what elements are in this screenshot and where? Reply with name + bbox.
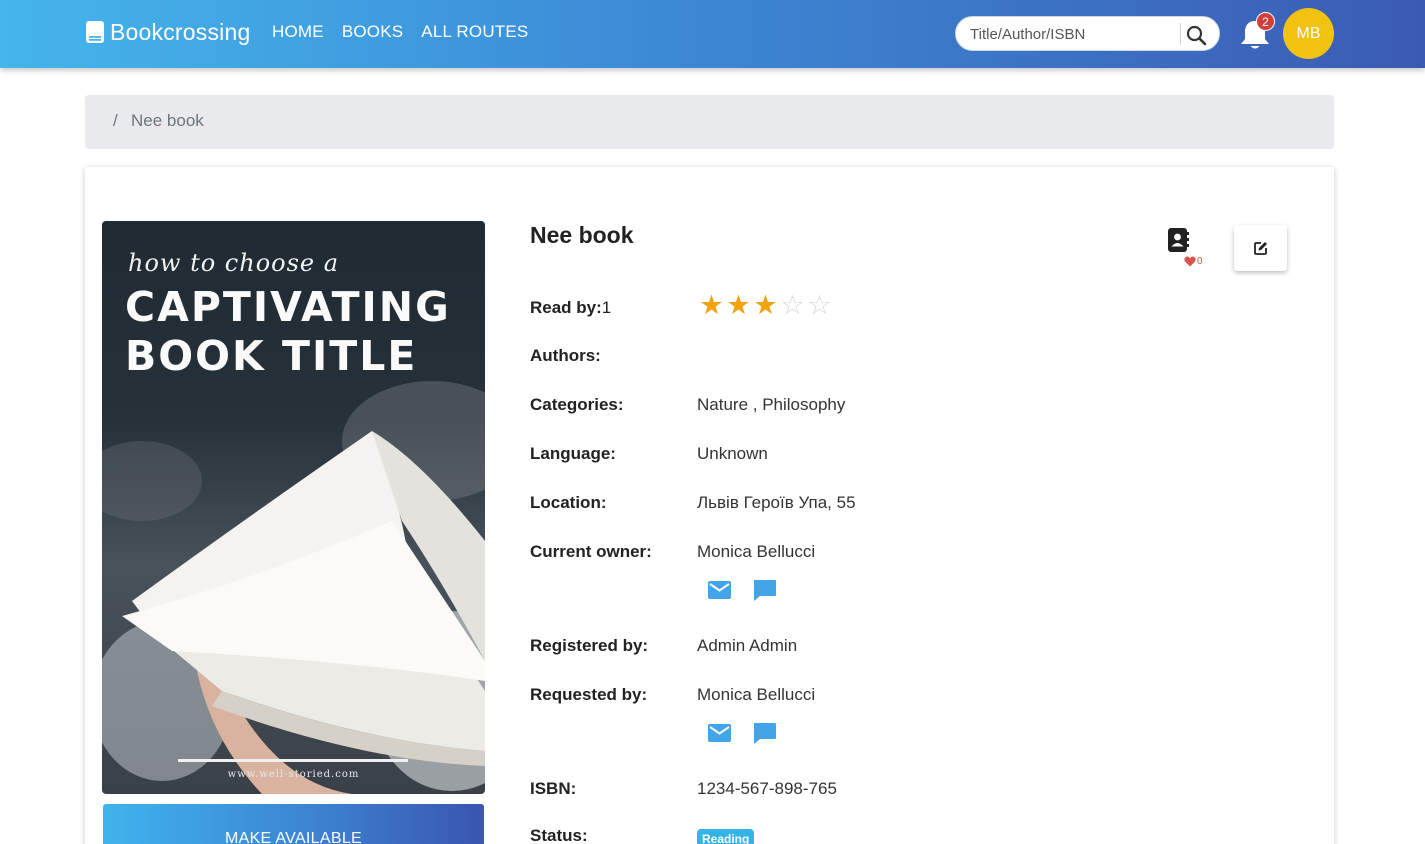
read-by-label: Read by:	[530, 298, 602, 317]
registered-by-label: Registered by:	[530, 636, 649, 655]
owner-email-icon[interactable]	[707, 579, 733, 603]
rating-star-3[interactable]: ★	[752, 292, 779, 319]
cover-text-captivating: CAPTIVATING	[125, 283, 451, 331]
isbn-label: ISBN:	[530, 779, 577, 798]
search-icon	[1186, 25, 1206, 45]
authors-label: Authors:	[530, 346, 601, 365]
search-divider	[1180, 23, 1181, 45]
rating-star-5[interactable]: ☆	[806, 292, 833, 319]
requested-by-value: Monica Bellucci	[697, 685, 816, 704]
cover-rule	[178, 759, 408, 762]
edit-book-button[interactable]	[1234, 225, 1287, 271]
isbn-value: 1234-567-898-765	[697, 779, 837, 798]
current-owner-label: Current owner:	[530, 542, 652, 561]
rating-stars[interactable]: ★ ★ ★ ☆ ☆	[698, 292, 833, 319]
cover-text-book-title: BOOK TITLE	[125, 332, 418, 381]
owner-message-icon[interactable]	[752, 578, 778, 602]
requested-by-label: Requested by:	[530, 685, 648, 704]
requester-message-icon[interactable]	[752, 721, 778, 745]
edit-icon	[1253, 242, 1267, 255]
cover-text-line1: how to choose a	[128, 249, 340, 277]
address-book-icon[interactable]	[1167, 227, 1189, 253]
rating-star-2[interactable]: ★	[725, 292, 752, 319]
main-nav: HOME BOOKS ALL ROUTES	[272, 22, 546, 42]
like-button[interactable]: 0	[1184, 256, 1203, 267]
nav-home[interactable]: HOME	[272, 22, 324, 42]
breadcrumb-current: Nee book	[131, 111, 204, 130]
status-label: Status:	[530, 826, 588, 844]
book-icon	[85, 20, 105, 44]
categories-label: Categories:	[530, 395, 624, 414]
cover-text-line2: CAPTIVATING BOOK TITLE	[125, 283, 451, 381]
top-navbar: Bookcrossing HOME BOOKS ALL ROUTES 2 MB	[0, 0, 1425, 68]
nav-books[interactable]: BOOKS	[342, 22, 403, 42]
read-by-field: Read by:1	[530, 298, 611, 318]
categories-value: Nature , Philosophy	[697, 395, 846, 414]
breadcrumb-separator: /	[113, 111, 118, 130]
search-box	[955, 16, 1220, 51]
breadcrumb: / Nee book	[85, 95, 1334, 149]
language-value: Unknown	[697, 444, 768, 463]
rating-star-1[interactable]: ★	[698, 292, 725, 319]
book-title: Nee book	[530, 222, 634, 248]
registered-by-value: Admin Admin	[697, 636, 798, 655]
read-by-value: 1	[601, 298, 612, 317]
notification-count-badge: 2	[1256, 12, 1275, 31]
current-owner-value: Monica Bellucci	[697, 542, 816, 561]
brand-name: Bookcrossing	[110, 18, 251, 45]
book-cover-image: how to choose a CAPTIVATING BOOK TITLE w…	[102, 221, 485, 794]
search-button[interactable]	[1185, 24, 1207, 46]
location-value: Львів Героїв Упа, 55	[697, 493, 856, 512]
user-avatar[interactable]: MB	[1283, 8, 1334, 59]
status-badge: Reading	[697, 829, 755, 844]
rating-star-4[interactable]: ☆	[779, 292, 806, 319]
brand-link[interactable]: Bookcrossing	[85, 17, 250, 47]
search-input[interactable]	[970, 24, 1175, 44]
make-available-button[interactable]: MAKE AVAILABLE	[103, 804, 484, 844]
location-label: Location:	[530, 493, 607, 512]
nav-all-routes[interactable]: ALL ROUTES	[421, 22, 528, 42]
language-label: Language:	[530, 444, 616, 463]
heart-icon	[1184, 256, 1196, 267]
requester-email-icon[interactable]	[707, 722, 733, 746]
like-count: 0	[1197, 256, 1203, 267]
cover-url-text: www.well-storied.com	[227, 769, 360, 780]
